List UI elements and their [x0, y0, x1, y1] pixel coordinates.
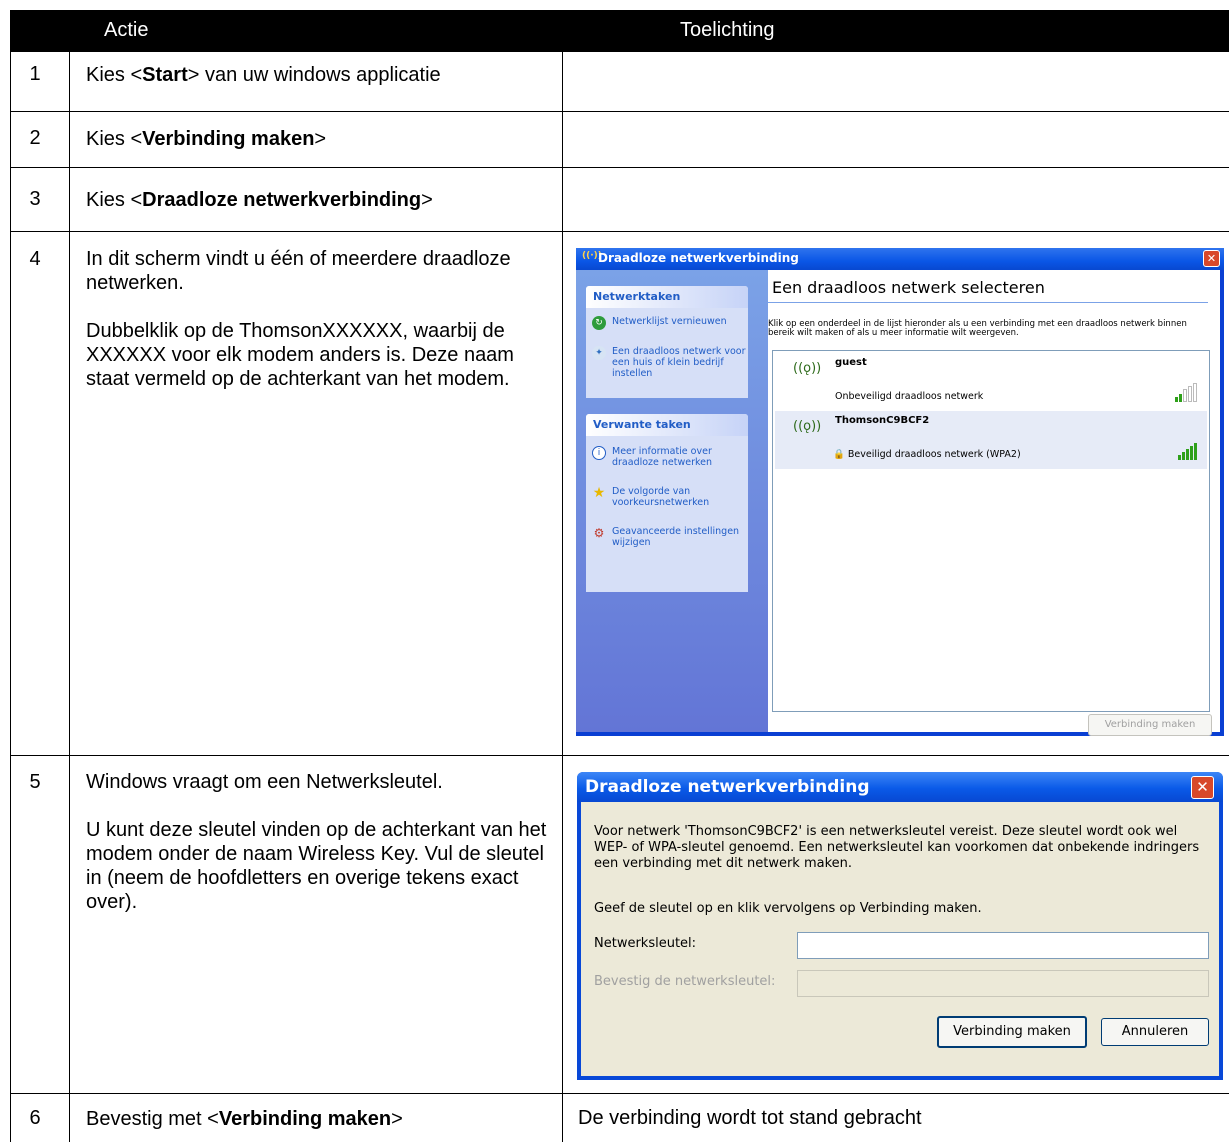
- header-toelichting: Toelichting: [680, 19, 775, 41]
- star-icon: ★: [592, 485, 606, 501]
- dialog-title: Draadloze netwerkverbinding: [598, 251, 799, 265]
- network-key-dialog: Draadloze netwerkverbinding ✕ Voor netwe…: [577, 772, 1223, 1080]
- connect-button[interactable]: Verbinding maken: [1088, 714, 1212, 736]
- selection-description: Klik op een onderdeel in de lijst hieron…: [768, 319, 1187, 338]
- row-divider: [10, 111, 1229, 112]
- row-number: 5: [29, 771, 41, 793]
- table-divider-col: [562, 52, 563, 1142]
- row-divider: [10, 1093, 1229, 1094]
- heading-divider: [768, 302, 1208, 303]
- row-5-actie: Windows vraagt om een Netwerksleutel. U …: [86, 770, 556, 938]
- wireless-network-dialog: ((·)) Draadloze netwerkverbinding ✕ Netw…: [576, 248, 1224, 736]
- paragraph: Dubbelklik op de ThomsonXXXXXX, waarbij …: [86, 320, 514, 390]
- network-item-guest[interactable]: ((ǫ)) guest Onbeveiligd draadloos netwer…: [775, 353, 1207, 412]
- network-key-input[interactable]: [797, 932, 1209, 959]
- confirm-key-input: [797, 970, 1209, 997]
- related-tasks-panel: Verwante taken i Meer informatie over dr…: [586, 414, 748, 592]
- network-selection-area: Een draadloos netwerk selecteren Klik op…: [768, 270, 1220, 736]
- paragraph: U kunt deze sleutel vinden op de achterk…: [86, 819, 547, 913]
- instruction-text: Geef de sleutel op en klik vervolgens op…: [594, 901, 982, 916]
- confirm-key-label: Bevestig de netwerksleutel:: [594, 974, 776, 989]
- network-name: guest: [835, 357, 867, 368]
- panel-heading: Verwante taken: [586, 414, 748, 436]
- wireless-antenna-icon: ((ǫ)): [793, 361, 822, 376]
- close-icon[interactable]: ✕: [1191, 776, 1214, 799]
- network-tasks-panel: Netwerktaken ↻ Netwerklijst vernieuwen ✦…: [586, 286, 748, 398]
- table-header: Actie Toelichting: [10, 10, 1229, 52]
- selection-heading: Een draadloos netwerk selecteren: [772, 278, 1045, 297]
- signal-strength-icon: [1174, 383, 1197, 402]
- settings-icon: ⚙: [593, 526, 605, 540]
- task-pane: Netwerktaken ↻ Netwerklijst vernieuwen ✦…: [576, 270, 768, 732]
- row-number: 3: [29, 188, 41, 210]
- row-6-toelichting: De verbinding wordt tot stand gebracht: [578, 1107, 922, 1129]
- key-required-message: Voor netwerk 'ThomsonC9BCF2' is een netw…: [594, 824, 1200, 871]
- row-number: 2: [29, 127, 41, 149]
- paragraph: In dit scherm vindt u één of meerdere dr…: [86, 248, 511, 294]
- wireless-antenna-icon: ((ǫ)): [793, 419, 822, 434]
- info-icon: i: [592, 446, 606, 460]
- row-number: 4: [29, 248, 41, 270]
- dialog-titlebar: Draadloze netwerkverbinding ✕: [577, 772, 1223, 802]
- row-number: 1: [29, 63, 41, 85]
- row-6-actie: Bevestig met <Verbinding maken>: [86, 1108, 403, 1130]
- connect-button[interactable]: Verbinding maken: [937, 1016, 1087, 1048]
- network-status: Onbeveiligd draadloos netwerk: [835, 391, 984, 402]
- panel-heading: Netwerktaken: [586, 286, 748, 308]
- row-4-actie: In dit scherm vindt u één of meerdere dr…: [86, 247, 541, 415]
- row-2-actie: Kies <Verbinding maken>: [86, 128, 327, 150]
- lock-icon: 🔒: [833, 449, 845, 460]
- network-status-secured: 🔒 Beveiligd draadloos netwerk (WPA2): [833, 449, 1021, 460]
- network-name: ThomsonC9BCF2: [835, 415, 930, 426]
- header-actie: Actie: [104, 19, 149, 41]
- table-divider-num: [69, 52, 70, 1142]
- signal-strength-icon: [1177, 441, 1197, 460]
- row-1-actie: Kies <Start> van uw windows applicatie: [86, 64, 441, 86]
- row-divider: [10, 167, 1229, 168]
- dialog-title: Draadloze netwerkverbinding: [585, 777, 870, 797]
- network-key-label: Netwerksleutel:: [594, 936, 697, 951]
- refresh-icon: ↻: [592, 316, 606, 330]
- table-border-left: [10, 52, 11, 1142]
- paragraph: Windows vraagt om een Netwerksleutel.: [86, 771, 443, 793]
- wireless-setup-icon: ✦: [592, 346, 606, 360]
- network-list: ((ǫ)) guest Onbeveiligd draadloos netwer…: [772, 350, 1210, 712]
- cancel-button[interactable]: Annuleren: [1101, 1018, 1209, 1046]
- row-divider: [10, 755, 1229, 756]
- row-divider: [10, 231, 1229, 232]
- close-icon[interactable]: ✕: [1203, 250, 1220, 267]
- network-item-thomson[interactable]: ((ǫ)) ThomsonC9BCF2 🔒 Beveiligd draadloo…: [775, 411, 1207, 469]
- row-3-actie: Kies <Draadloze netwerkverbinding>: [86, 189, 433, 211]
- dialog-body: Voor netwerk 'ThomsonC9BCF2' is een netw…: [581, 802, 1219, 1076]
- row-number: 6: [29, 1107, 41, 1129]
- dialog-titlebar: ((·)) Draadloze netwerkverbinding ✕: [576, 248, 1224, 270]
